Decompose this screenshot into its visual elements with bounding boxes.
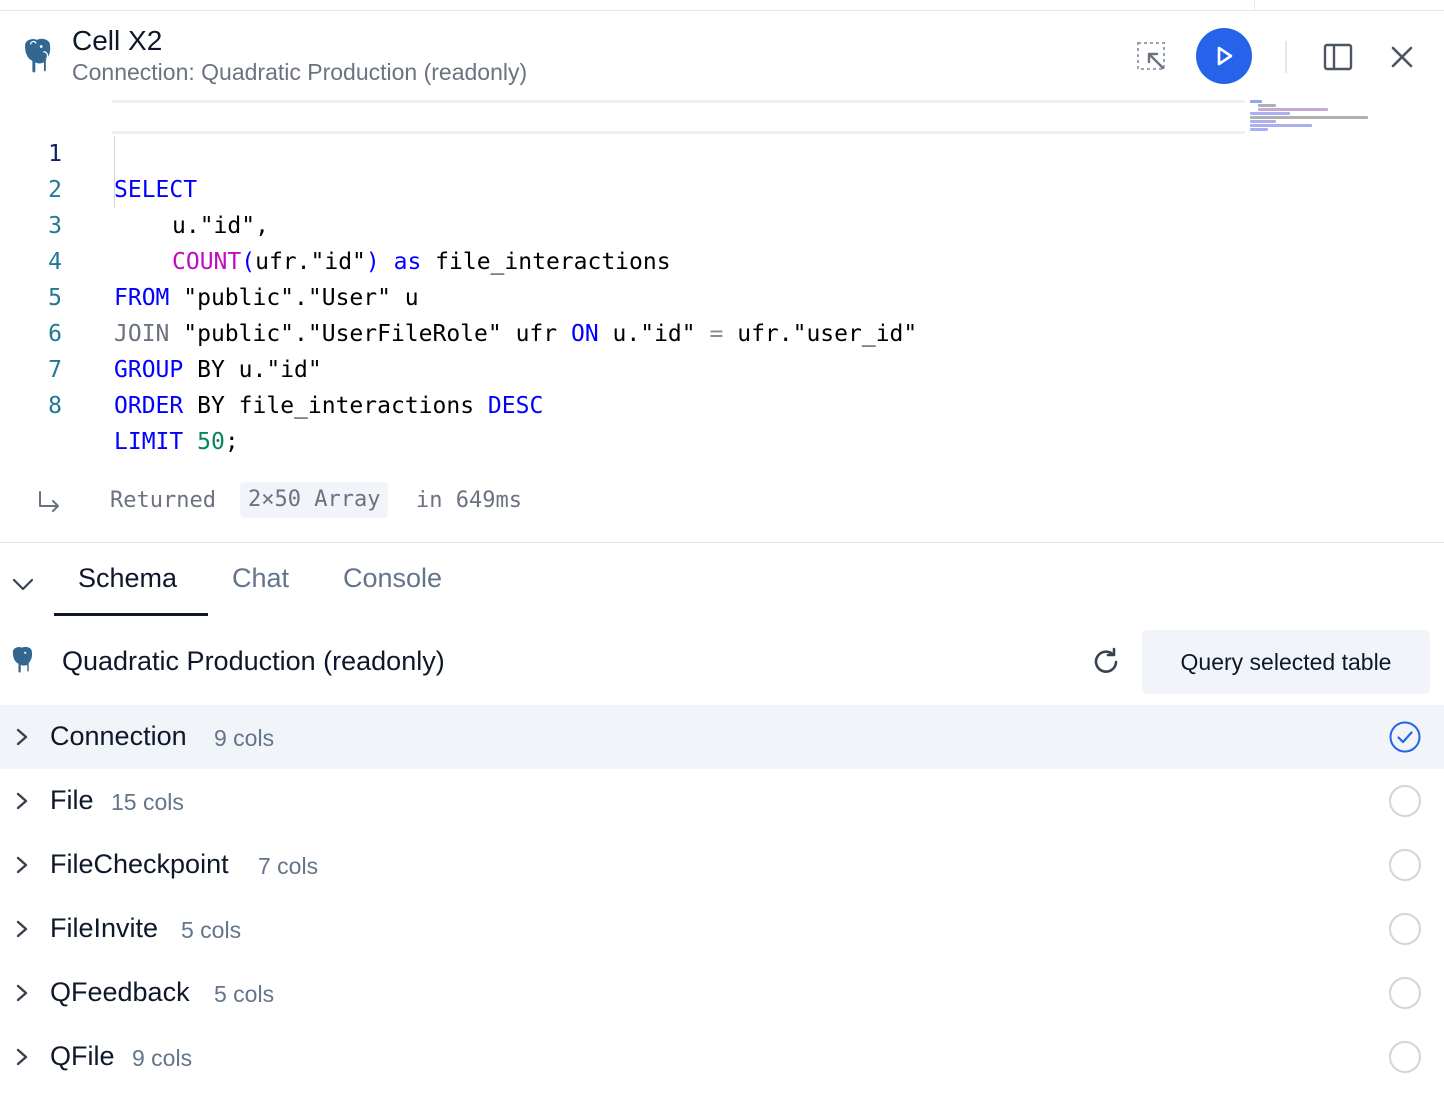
schema-header: Quadratic Production (readonly) Query se… [0,626,1444,698]
keyword: ON [570,321,599,347]
table-row[interactable]: FileCheckpoint 7 cols [0,833,1444,897]
identifier: u."id" [612,321,696,347]
number: 50 [197,429,225,455]
code-line-1: 1 SELECT [0,100,197,203]
keyword: DESC [487,393,544,419]
table-row[interactable]: QFile 9 cols [0,1025,1444,1089]
connection-subtitle: Connection: Quadratic Production (readon… [72,59,528,85]
active-tab-indicator [54,613,208,616]
operator: = [709,321,724,347]
query-result: Returned 2×50 Array in 649ms [0,482,1444,520]
identifier: "public"."UserFileRole" ufr [183,321,558,347]
cell-header: Cell X2 Connection: Quadratic Production… [0,11,1444,99]
function: COUNT [172,249,242,275]
table-name: QFile [50,1041,115,1071]
identifier: ufr."user_id" [737,321,918,347]
table-col-count: 5 cols [181,917,242,943]
keyword: JOIN [114,321,170,347]
code-line-7: 7 ORDER BY file_interactions DESC [0,316,543,419]
code-editor[interactable]: 1 SELECT 2 u."id", 3 COUNT(ufr."id") as … [0,100,1444,455]
table-name: File [50,785,94,815]
return-arrow-icon [39,491,59,512]
table-col-count: 5 cols [214,981,275,1007]
identifier: ufr."id" [255,249,366,275]
table-row[interactable]: File 15 cols [0,769,1444,833]
code-minimap[interactable] [1250,100,1380,132]
result-shape-badge[interactable]: 2×50 Array [240,482,389,518]
table-name: FileInvite [50,913,159,943]
current-line-highlight [112,100,1245,134]
code-line-6: 6 GROUP BY u."id" [0,280,322,383]
table-name: Connection [50,721,187,751]
chevron-right-icon[interactable] [12,853,32,877]
play-icon [1217,46,1233,66]
query-selected-table-button[interactable]: Query selected table [1142,630,1430,694]
code-line-8: 8 LIMIT 50; [0,352,239,455]
keyword: GROUP [114,357,184,383]
identifier: BY u."id" [197,357,322,383]
chevron-right-icon[interactable] [12,725,32,749]
chevron-right-icon[interactable] [12,789,32,813]
side-panel-icon [1323,43,1353,71]
table-row[interactable]: FileInvite 5 cols [0,897,1444,961]
top-tab-divider [1254,0,1255,10]
select-radio[interactable] [1389,913,1421,945]
table-row[interactable]: QFeedback 5 cols [0,961,1444,1025]
postgres-elephant-icon [11,646,34,674]
chevron-right-icon[interactable] [12,917,32,941]
select-region-button[interactable] [1130,37,1174,77]
code-line-3: 3 COUNT(ufr."id") as file_interactions [0,172,670,275]
identifier: file_interactions [435,249,671,275]
table-name: QFeedback [50,977,190,1007]
table-col-count: 7 cols [258,853,319,879]
chevron-down-icon[interactable] [10,571,36,597]
check-circle-icon[interactable] [1389,721,1421,753]
select-radio[interactable] [1389,1041,1421,1073]
select-region-icon [1137,42,1165,70]
toggle-panel-button[interactable] [1318,37,1358,77]
table-name: FileCheckpoint [50,849,229,879]
select-radio[interactable] [1389,785,1421,817]
close-icon [1391,46,1413,68]
refresh-icon[interactable] [1088,644,1124,680]
table-row[interactable]: Connection 9 cols [0,705,1444,769]
close-button[interactable] [1382,37,1422,77]
line-number: 8 [48,393,62,419]
chevron-right-icon[interactable] [12,1045,32,1069]
punctuation: ; [224,429,239,455]
connection-name: Quadratic Production (readonly) [62,646,445,676]
bottom-tabs: Schema Chat Console [0,543,1444,617]
header-divider [1285,41,1287,73]
keyword: as [393,249,422,275]
code-line-2: 2 u."id", [0,136,269,239]
paren: ( [241,249,256,275]
cell-title: Cell X2 [72,25,163,56]
result-duration: in 649ms [416,488,522,513]
tab-console[interactable]: Console [343,563,442,594]
code-line-5: 5 JOIN "public"."UserFileRole" ufr ON u.… [0,244,917,347]
code-line-4: 4 FROM "public"."User" u [0,208,419,311]
paren: ) [365,249,380,275]
tab-schema[interactable]: Schema [78,563,177,594]
tab-chat[interactable]: Chat [232,563,289,594]
table-col-count: 9 cols [132,1045,193,1071]
result-prefix: Returned [110,488,216,513]
select-radio[interactable] [1389,849,1421,881]
identifier: BY file_interactions [197,393,475,419]
keyword: LIMIT [114,429,184,455]
schema-table-list: Connection 9 cols File 15 cols FileCheck… [0,705,1444,1089]
identifier: "public"."User" u [183,285,419,311]
chevron-right-icon[interactable] [12,981,32,1005]
table-col-count: 9 cols [214,725,275,751]
select-radio[interactable] [1389,977,1421,1009]
identifier: u."id", [172,213,269,239]
keyword: FROM [114,285,170,311]
table-col-count: 15 cols [111,789,184,815]
run-button[interactable] [1196,28,1252,84]
keyword: SELECT [114,177,198,203]
postgres-elephant-icon [23,37,52,74]
keyword: ORDER [114,393,184,419]
